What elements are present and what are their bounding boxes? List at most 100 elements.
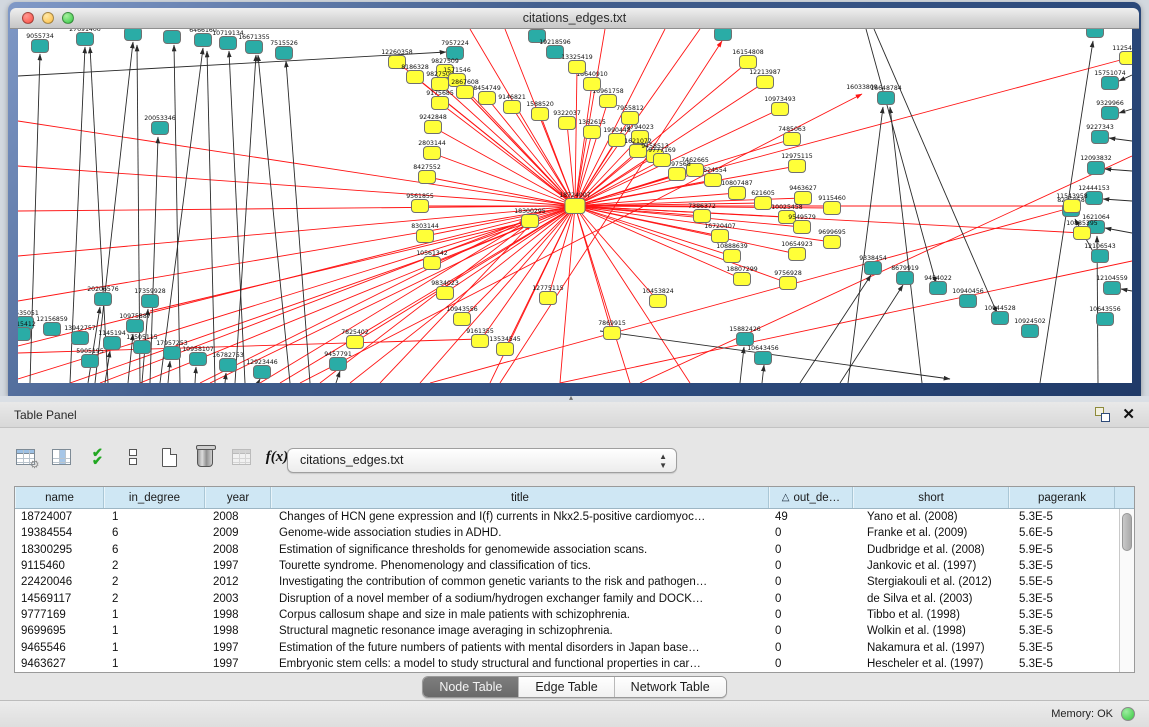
graph-node[interactable]: 8679919 (891, 265, 919, 285)
graph-node[interactable]: 3915412 (18, 321, 36, 341)
table-row[interactable]: 911546021997Tourette syndrome. Phenomeno… (15, 558, 1119, 574)
graph-node[interactable]: 9457791 (324, 351, 352, 371)
row-height-button[interactable] (122, 446, 144, 468)
graph-node[interactable]: 10643556 (1089, 306, 1121, 326)
graph-node[interactable]: 9329966 (1096, 100, 1124, 120)
memory-ok-indicator[interactable] (1121, 707, 1135, 721)
graph-node[interactable]: 621605 (751, 190, 775, 210)
graph-node[interactable]: 10944528 (984, 305, 1016, 325)
cell-short: Yano et al. (2008) (853, 511, 1009, 523)
import-checklist-button[interactable]: ✔✔ (86, 446, 108, 468)
graph-node[interactable]: 13942757 (64, 325, 96, 345)
table-row[interactable]: 1830029562008Estimation of significance … (15, 542, 1119, 558)
graph-node[interactable]: 2687682 (709, 29, 737, 41)
graph-node[interactable]: 15882426 (729, 326, 761, 346)
graph-node[interactable]: 5905195 (76, 348, 104, 368)
graph-node[interactable]: 16671355 (238, 34, 270, 54)
graph-node[interactable]: 10807487 (721, 180, 753, 200)
graph-node[interactable]: 10924502 (1014, 318, 1046, 338)
graph-node[interactable]: 9242848 (419, 114, 447, 134)
splitter-grip-icon[interactable]: ▴ (569, 393, 573, 402)
graph-node[interactable]: 7957224 (441, 40, 469, 60)
table-settings-button[interactable]: ⚙ (14, 446, 36, 468)
graph-node[interactable]: 9227343 (1086, 124, 1114, 144)
window-title-bar[interactable]: citations_edges.txt (10, 8, 1139, 29)
graph-node[interactable]: 10958107 (182, 346, 214, 366)
graph-node[interactable]: 10453824 (642, 288, 674, 308)
network-canvas[interactable]: 9055734276914061055328715270026466160107… (18, 29, 1132, 383)
scrollbar-thumb[interactable] (1122, 513, 1132, 551)
graph-node[interactable]: 12156859 (36, 316, 68, 336)
graph-node[interactable]: 8427552 (413, 164, 441, 184)
graph-node[interactable]: 8303144 (411, 223, 439, 243)
table-row[interactable]: 977716911998Corpus callosum shape and si… (15, 607, 1119, 623)
network-graph[interactable]: 9055734276914061055328715270026466160107… (18, 29, 1132, 383)
tab-edge-table[interactable]: Edge Table (519, 677, 614, 697)
table-row[interactable]: 1938455462009Genome-wide association stu… (15, 525, 1119, 541)
graph-node[interactable]: 9055734 (26, 33, 54, 53)
graph-node[interactable]: 7485063 (778, 126, 806, 146)
graph-node[interactable]: 1588520 (526, 101, 554, 121)
graph-node[interactable]: 9104457 (1081, 29, 1109, 38)
graph-node[interactable]: 16154808 (732, 49, 764, 69)
column-header-out_de[interactable]: △out_de… (769, 487, 853, 508)
graph-node[interactable]: 10973493 (764, 96, 796, 116)
graph-node[interactable]: 20053346 (144, 115, 176, 135)
graph-node[interactable]: 7869915 (598, 320, 626, 340)
graph-node[interactable]: 12213987 (749, 69, 781, 89)
table-source-select[interactable]: citations_edges.txt ▲▼ (287, 448, 677, 473)
graph-node[interactable]: 18807299 (726, 266, 758, 286)
column-header-year[interactable]: year (205, 487, 271, 508)
graph-node[interactable]: 7515526 (270, 40, 298, 60)
table-row[interactable]: 2242004622012Investigating the contribut… (15, 574, 1119, 590)
graph-node[interactable]: 10654923 (781, 241, 813, 261)
graph-node[interactable]: 20206576 (87, 286, 119, 306)
graph-node[interactable]: 9561855 (406, 193, 434, 213)
graph-node[interactable]: 9322037 (553, 110, 581, 130)
graph-node[interactable]: 12093832 (1080, 155, 1112, 175)
graph-node[interactable]: 10940456 (952, 288, 984, 308)
graph-node[interactable]: 1362615 (578, 119, 606, 139)
close-panel-icon[interactable]: ✕ (1122, 407, 1135, 422)
graph-node[interactable]: 12975115 (781, 153, 813, 173)
select-column-button[interactable] (50, 446, 72, 468)
float-panel-icon[interactable] (1095, 407, 1110, 422)
graph-node-label: 15751074 (1094, 70, 1126, 77)
column-header-name[interactable]: name (15, 487, 104, 508)
tab-node-table[interactable]: Node Table (423, 677, 519, 697)
graph-node[interactable]: 9175685 (426, 90, 454, 110)
table-row[interactable]: 969969511998Structural magnetic resonanc… (15, 623, 1119, 639)
graph-node[interactable]: 12106543 (1084, 243, 1116, 263)
graph-node-label: 7515526 (270, 40, 298, 47)
table-row[interactable]: 1456911722003Disruption of a novel membe… (15, 590, 1119, 606)
delete-rows-button[interactable] (194, 446, 216, 468)
graph-node[interactable]: 9699695 (818, 229, 846, 249)
cell-title: Corpus callosum shape and size in male p… (271, 609, 769, 621)
graph-node[interactable]: 8186328 (401, 64, 429, 84)
function-builder-button[interactable]: f(x) (266, 446, 288, 468)
cell-name: 9115460 (15, 560, 104, 572)
table-scrollbar[interactable] (1119, 509, 1134, 672)
graph-edge (762, 365, 764, 383)
graph-node[interactable]: 10553287 (117, 29, 149, 41)
column-header-title[interactable]: title (271, 487, 769, 508)
table-row[interactable]: 946554611997Estimation of the future num… (15, 639, 1119, 655)
column-header-short[interactable]: short (853, 487, 1009, 508)
graph-node[interactable]: 9463627 (789, 185, 817, 205)
graph-node[interactable]: 13534545 (489, 336, 521, 356)
column-header-pagerank[interactable]: pagerank (1009, 487, 1115, 508)
graph-node[interactable]: 27691406 (69, 29, 101, 46)
graph-node[interactable]: 12104559 (1096, 275, 1128, 295)
graph-node[interactable]: 9146821 (498, 94, 526, 114)
graph-node[interactable]: 7825402 (341, 329, 369, 349)
table-row[interactable]: 946362711997Embryonic stem cells: a mode… (15, 656, 1119, 672)
new-table-button[interactable] (158, 446, 180, 468)
tab-network-table[interactable]: Network Table (615, 677, 726, 697)
graph-node[interactable]: 9454022 (924, 275, 952, 295)
table-row[interactable]: 1872400712008Changes of HCN gene express… (15, 509, 1119, 525)
graph-node[interactable]: 12775115 (532, 285, 564, 305)
graph-node[interactable]: 1527002 (158, 29, 186, 44)
graph-node[interactable]: 9115460 (818, 195, 846, 215)
delete-table-button[interactable] (230, 446, 252, 468)
column-header-in_degree[interactable]: in_degree (104, 487, 205, 508)
